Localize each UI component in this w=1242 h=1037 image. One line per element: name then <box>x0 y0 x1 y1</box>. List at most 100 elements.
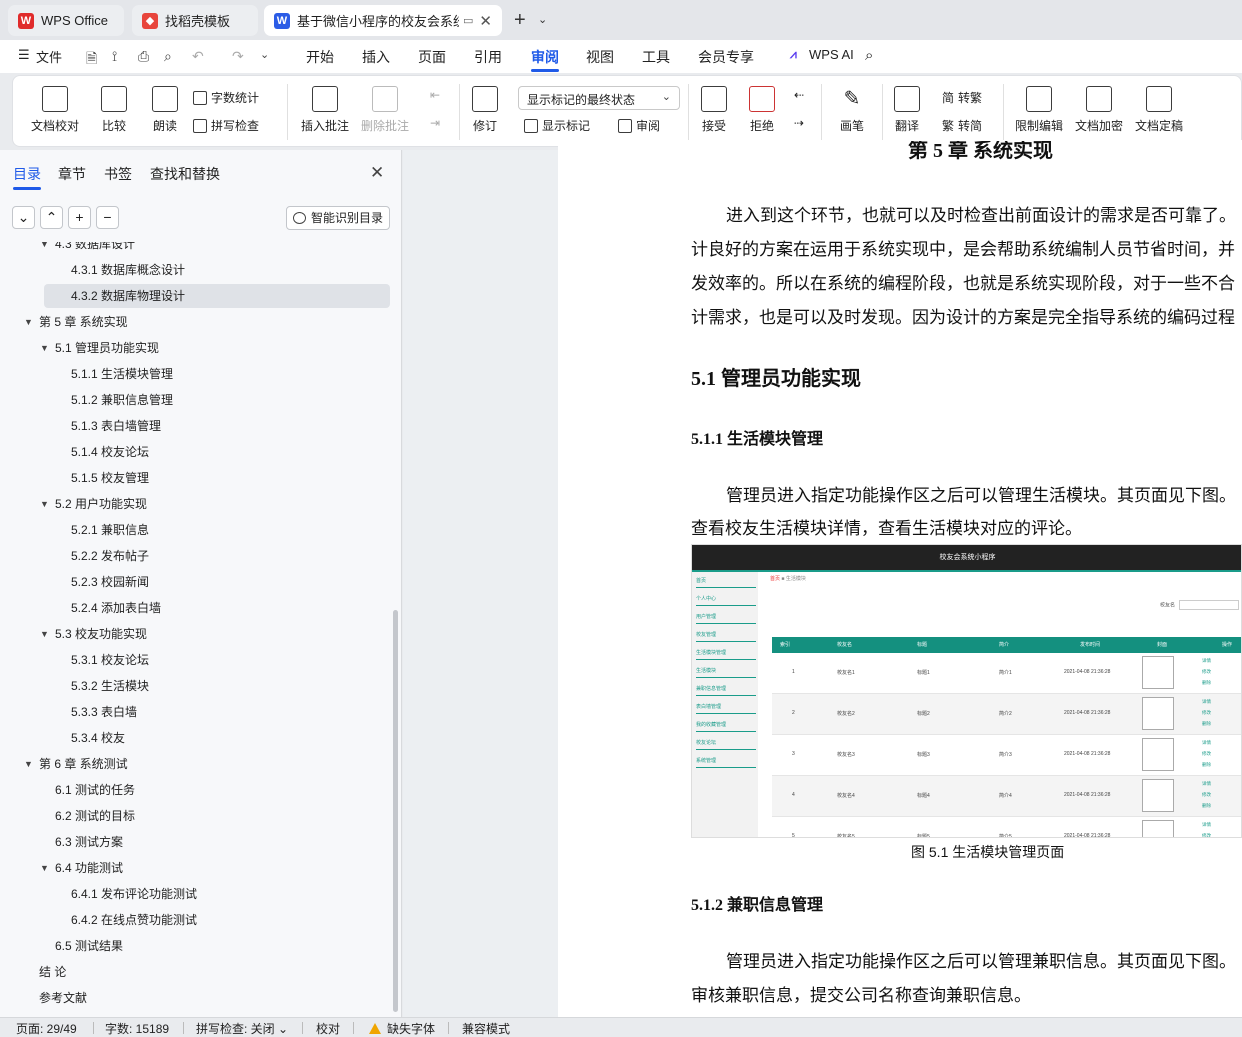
toc-item[interactable]: 5.2.3 校园新闻 <box>0 570 390 594</box>
tab-sections[interactable]: 章节 <box>58 164 86 184</box>
toc-item[interactable]: 6.4.1 发布评论功能测试 <box>0 882 390 906</box>
toc-item[interactable]: 5.1.4 校友论坛 <box>0 440 390 464</box>
toc-item[interactable]: 5.3.3 表白墙 <box>0 700 390 724</box>
to-simplified-button[interactable]: 繁 转简 <box>942 117 982 134</box>
caret-down-icon[interactable]: ▼ <box>40 622 49 646</box>
toc-item[interactable]: 5.1.3 表白墙管理 <box>0 414 390 438</box>
toc-item[interactable]: 6.1 测试的任务 <box>0 778 390 802</box>
print-icon[interactable]: ⎙ <box>138 48 149 65</box>
next-comment-icon[interactable]: ⇥ <box>430 116 440 130</box>
spell-check-button[interactable]: 拼写检查 <box>193 117 259 134</box>
page-indicator[interactable]: 页面: 29/49 <box>16 1020 77 1037</box>
menu-tools[interactable]: 工具 <box>642 47 670 67</box>
undo-icon[interactable]: ↶ <box>192 48 204 65</box>
chevron-down-icon[interactable]: ⌄ <box>260 48 269 61</box>
new-tab-icon[interactable]: + <box>514 9 526 32</box>
toc-item[interactable]: 5.3.1 校友论坛 <box>0 648 390 672</box>
caret-down-icon[interactable]: ▼ <box>40 492 49 516</box>
toc-item[interactable]: 5.3.4 校友 <box>0 726 390 750</box>
toc-item[interactable]: 6.3 测试方案 <box>0 830 390 854</box>
track-changes-button[interactable]: 修订 <box>472 86 498 134</box>
word-count-status[interactable]: 字数: 15189 <box>105 1020 169 1037</box>
menu-start[interactable]: 开始 <box>306 47 334 67</box>
toc-item[interactable]: 4.3.1 数据库概念设计 <box>0 258 390 282</box>
delete-comment-button[interactable]: 删除批注 <box>361 86 409 134</box>
wps-ai-button[interactable]: WPS AI <box>809 47 854 62</box>
menu-review[interactable]: 审阅 <box>531 47 559 67</box>
toc-item[interactable]: ▼ 6.4 功能测试 <box>0 856 390 880</box>
prev-change-icon[interactable]: ⇠ <box>794 88 804 102</box>
toc-item[interactable]: ▼ 第 5 章 系统实现 <box>0 310 390 334</box>
translate-button[interactable]: 翻译 <box>894 86 920 134</box>
ink-button[interactable]: ✎ 画笔 <box>839 86 865 134</box>
tab-wps-office[interactable]: W WPS Office <box>8 5 124 36</box>
tab-current-document[interactable]: W 基于微信小程序的校友会系统设 ▭ ✕ <box>264 5 502 36</box>
toc-item[interactable]: 结 论 <box>0 960 390 984</box>
tab-docer-templates[interactable]: ◆ 找稻壳模板 <box>132 5 258 36</box>
menu-reference[interactable]: 引用 <box>474 47 502 67</box>
menu-insert[interactable]: 插入 <box>362 47 390 67</box>
toc-item[interactable]: ▼ 4.3 数据库设计 <box>0 242 390 256</box>
word-count-button[interactable]: 字数统计 <box>193 89 259 106</box>
caret-down-icon[interactable]: ▼ <box>40 856 49 880</box>
toc-item[interactable]: 6.2 测试的目标 <box>0 804 390 828</box>
proofread-status[interactable]: 校对 <box>316 1020 340 1037</box>
toc-item[interactable]: 5.2.2 发布帖子 <box>0 544 390 568</box>
toc-item[interactable]: 5.2.4 添加表白墙 <box>0 596 390 620</box>
show-markup-button[interactable]: 显示标记 <box>524 117 590 134</box>
toc-item[interactable]: 5.1.5 校友管理 <box>0 466 390 490</box>
toc-item[interactable]: ▼ 第 6 章 系统测试 <box>0 752 390 776</box>
remove-heading-button[interactable]: − <box>96 206 119 229</box>
toc-item[interactable]: ▼ 5.1 管理员功能实现 <box>0 336 390 360</box>
read-aloud-button[interactable]: 朗读 <box>152 86 178 134</box>
caret-down-icon[interactable]: ▼ <box>24 310 33 334</box>
caret-down-icon[interactable]: ▼ <box>24 752 33 776</box>
caret-down-icon[interactable]: ▼ <box>40 242 49 256</box>
tab-bookmarks[interactable]: 书签 <box>104 164 132 184</box>
add-heading-button[interactable]: + <box>68 206 91 229</box>
close-tab-icon[interactable]: ✕ <box>473 12 492 30</box>
collapse-button[interactable]: ⌃ <box>40 206 63 229</box>
next-change-icon[interactable]: ⇢ <box>794 116 804 130</box>
toc-item[interactable]: 5.1.1 生活模块管理 <box>0 362 390 386</box>
menu-member[interactable]: 会员专享 <box>698 47 754 67</box>
smart-toc-button[interactable]: 智能识别目录 <box>286 206 390 230</box>
caret-down-icon[interactable]: ▼ <box>40 336 49 360</box>
hamburger-icon[interactable]: ☰ <box>18 47 30 63</box>
toc-item[interactable]: 5.1.2 兼职信息管理 <box>0 388 390 412</box>
toc-item[interactable]: 5.2.1 兼职信息 <box>0 518 390 542</box>
expand-all-button[interactable]: ⌄ <box>12 206 35 229</box>
finalize-button[interactable]: 文档定稿 <box>1135 86 1183 134</box>
toc-item[interactable]: 6.4.2 在线点赞功能测试 <box>0 908 390 932</box>
share-icon[interactable]: ⟟ <box>112 48 117 65</box>
search-icon[interactable]: ⌕ <box>865 47 873 64</box>
doc-check-button[interactable]: 文档校对 <box>31 86 79 134</box>
print-preview-icon[interactable]: ⌕ <box>164 48 172 65</box>
toc-item[interactable]: 4.3.2 数据库物理设计 <box>44 284 390 308</box>
to-traditional-button[interactable]: 简 转繁 <box>942 89 982 106</box>
insert-comment-button[interactable]: 插入批注 <box>301 86 349 134</box>
toc-item[interactable]: ▼ 5.3 校友功能实现 <box>0 622 390 646</box>
prev-comment-icon[interactable]: ⇤ <box>430 88 440 102</box>
tab-find-replace[interactable]: 查找和替换 <box>150 164 220 184</box>
menu-page[interactable]: 页面 <box>418 47 446 67</box>
encrypt-button[interactable]: 文档加密 <box>1075 86 1123 134</box>
toc-item[interactable]: 6.5 测试结果 <box>0 934 390 958</box>
menu-view[interactable]: 视图 <box>586 47 614 67</box>
close-pane-icon[interactable]: ✕ <box>370 163 384 183</box>
compare-button[interactable]: 比较 <box>101 86 127 134</box>
toc-item[interactable]: ▼ 5.2 用户功能实现 <box>0 492 390 516</box>
toc-item[interactable]: 参考文献 <box>0 986 390 1010</box>
redo-icon[interactable]: ↷ <box>232 48 244 65</box>
file-menu[interactable]: 文件 <box>36 47 62 66</box>
spell-check-status[interactable]: 拼写检查: 关闭 ⌄ <box>196 1020 288 1037</box>
restrict-edit-button[interactable]: 限制编辑 <box>1015 86 1063 134</box>
accept-button[interactable]: 接受 <box>701 86 727 134</box>
chevron-down-icon[interactable]: ⌄ <box>538 13 547 26</box>
wps-ai-icon[interactable]: ⩘ <box>790 47 797 62</box>
markup-mode-select[interactable]: 显示标记的最终状态 ⌄ <box>518 86 680 110</box>
toc-item[interactable]: 5.3.2 生活模块 <box>0 674 390 698</box>
save-icon[interactable]: 🗎 <box>86 48 97 72</box>
missing-font-status[interactable]: 缺失字体 <box>369 1020 435 1037</box>
toc-scrollbar[interactable] <box>393 610 398 1012</box>
